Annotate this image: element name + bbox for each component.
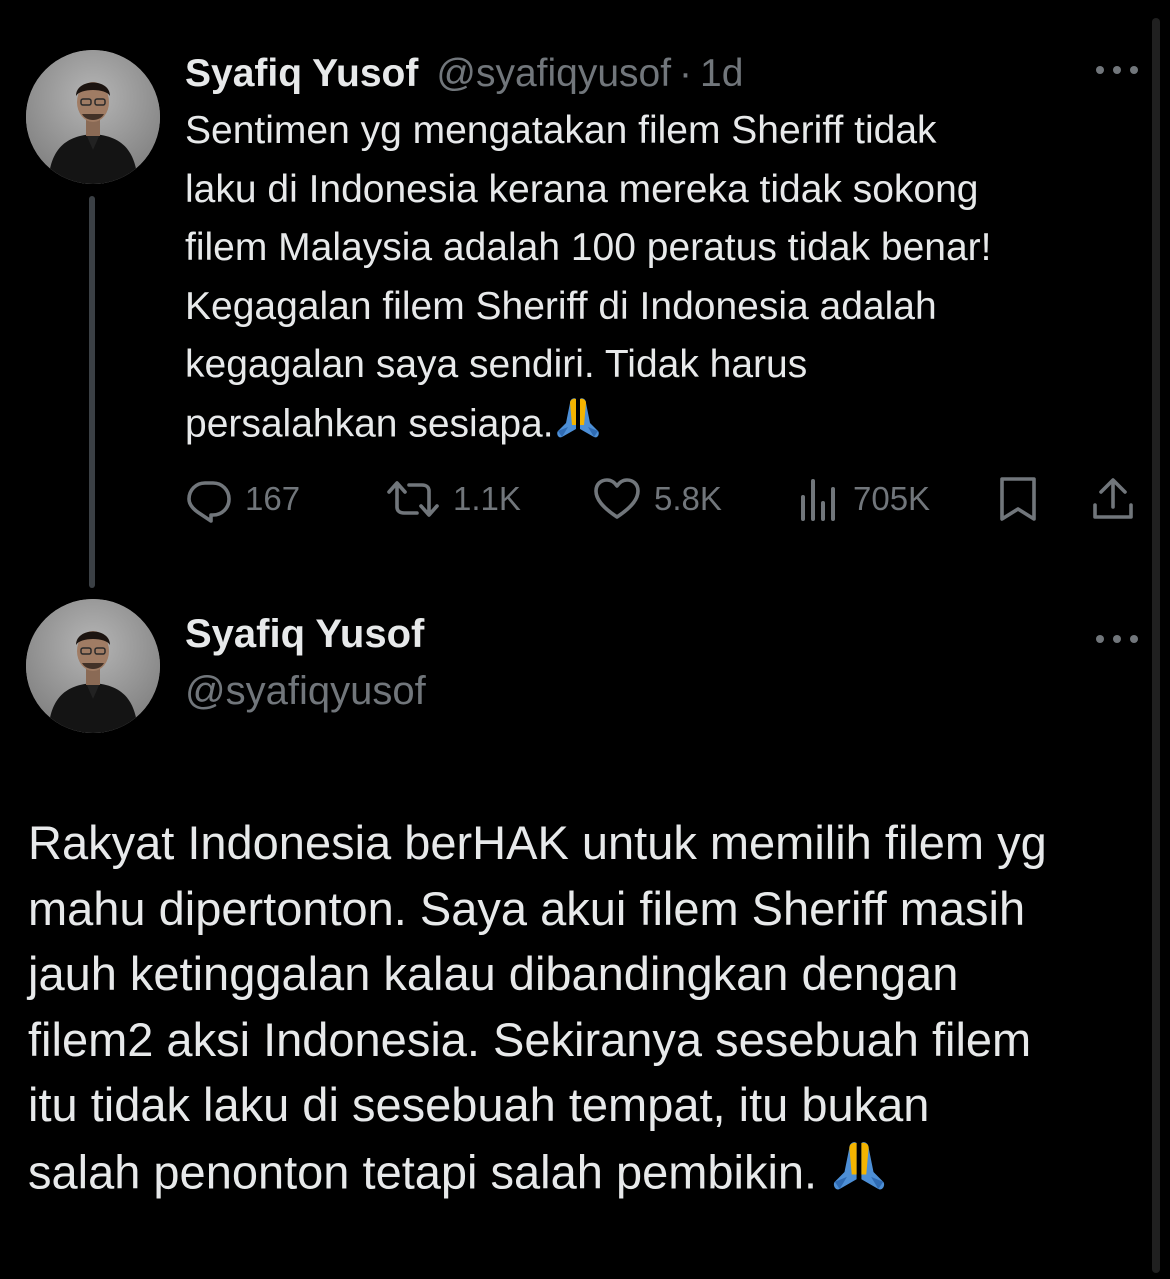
thread-line [89,196,95,588]
share-button[interactable] [1089,473,1137,525]
more-icon[interactable] [1096,60,1138,80]
tweet1-header: Syafiq Yusof @syafiqyusof · 1d [185,52,743,96]
views-icon [801,479,835,521]
timestamp[interactable]: 1d [700,52,743,96]
handle[interactable]: @syafiqyusof [436,52,671,96]
retweet-button[interactable]: 1.1K [385,473,521,525]
separator-dot: · [679,52,693,95]
like-button[interactable]: 5.8K [592,473,722,525]
display-name[interactable]: Syafiq Yusof [185,612,424,657]
avatar[interactable] [26,599,160,733]
views-button[interactable]: 705K [797,473,930,525]
more-icon[interactable] [1096,629,1138,649]
avatar-photo [26,599,160,733]
reply-count: 167 [245,480,301,517]
tweet-text: Rakyat Indonesia berHAK untuk memilih fi… [28,816,1047,1198]
folded-hands-emoji [830,1138,888,1211]
retweet-icon [387,481,439,517]
handle[interactable]: @syafiqyusof [185,669,426,714]
folded-hands-emoji [554,395,602,459]
bookmark-button[interactable] [998,473,1038,525]
views-count: 705K [853,480,931,517]
tweet1-body: Sentimen yg mengatakan filem Sheriff tid… [185,102,1135,458]
display-name[interactable]: Syafiq Yusof [185,52,418,96]
avatar[interactable] [26,50,160,184]
like-icon [594,478,640,519]
avatar-photo [26,50,160,184]
retweet-count: 1.1K [453,480,521,517]
like-count: 5.8K [654,480,722,517]
share-icon [1093,478,1133,519]
tweet1-actions: 167 1.1K 5.8K 705K [185,473,1140,525]
bookmark-icon [1000,477,1036,521]
tweet2-body: Rakyat Indonesia berHAK untuk memilih fi… [28,810,1153,1210]
reply-icon [187,481,231,523]
scrollbar[interactable] [1152,18,1160,1273]
reply-button[interactable]: 167 [185,473,300,525]
